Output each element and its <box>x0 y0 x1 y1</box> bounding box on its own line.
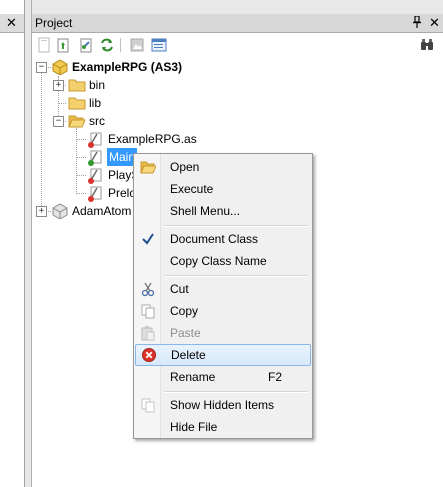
menu-item-open[interactable]: Open <box>136 156 310 178</box>
menu-item-hide-file[interactable]: Hide File <box>136 416 310 438</box>
menu-item-label: Cut <box>170 282 189 296</box>
menu-item-shell-menu[interactable]: Shell Menu... <box>136 200 310 222</box>
menu-separator <box>164 391 308 393</box>
menu-item-execute[interactable]: Execute <box>136 178 310 200</box>
collapse-toggle[interactable]: − <box>53 116 64 127</box>
menu-item-copy[interactable]: Copy <box>136 300 310 322</box>
expand-toggle[interactable]: + <box>53 80 64 91</box>
paste-icon <box>140 325 156 341</box>
menu-item-rename[interactable]: Rename F2 <box>136 366 310 388</box>
panel-title: Project <box>35 16 73 30</box>
refresh-icon[interactable] <box>99 37 115 53</box>
delete-icon <box>141 347 157 363</box>
image-icon[interactable] <box>129 37 145 53</box>
menu-item-label: Hide File <box>170 420 218 434</box>
project-panel-header: Project ✕ <box>32 14 443 33</box>
properties-icon[interactable] <box>151 37 167 53</box>
menu-item-label: Delete <box>171 348 206 362</box>
tree-item-label: bin <box>89 78 106 92</box>
context-menu: Open Execute Shell Menu... Document Clas… <box>133 153 313 439</box>
left-panel: ✕ <box>0 0 25 487</box>
hidden-items-icon <box>140 397 156 413</box>
menu-separator <box>164 225 308 227</box>
menu-item-label: Copy <box>170 304 199 318</box>
menu-item-label: Paste <box>170 326 201 340</box>
tree-item-src[interactable]: − src <box>32 112 232 130</box>
panel-close-icon[interactable]: ✕ <box>429 15 440 31</box>
menu-item-label: Copy Class Name <box>170 254 267 268</box>
menu-item-label: Open <box>170 160 200 174</box>
open-folder-icon <box>140 159 157 175</box>
pin-icon[interactable] <box>412 15 422 31</box>
open-file-icon[interactable] <box>55 37 71 53</box>
new-file-icon[interactable] <box>36 37 52 53</box>
tree-item-label: ExampleRPG (AS3) <box>72 60 183 74</box>
tree-item-label: AdamAtom <box>72 204 132 218</box>
menu-item-show-hidden-items[interactable]: Show Hidden Items <box>136 394 310 416</box>
tree-item-root[interactable]: − ExampleRPG (AS3) <box>32 58 232 76</box>
menu-item-label: Document Class <box>170 232 259 246</box>
menu-item-paste[interactable]: Paste <box>136 322 310 344</box>
tree-item-label: src <box>89 114 105 128</box>
left-panel-close-icon[interactable]: ✕ <box>6 15 17 31</box>
scissors-icon <box>140 281 156 297</box>
tree-item-label: Prelo <box>108 186 137 200</box>
menu-item-document-class[interactable]: Document Class <box>136 228 310 250</box>
menu-item-label: Shell Menu... <box>170 204 241 218</box>
tree-item-label: ExampleRPG.as <box>108 132 197 146</box>
menu-item-delete[interactable]: Delete <box>135 344 311 366</box>
copy-icon <box>140 303 156 319</box>
top-strip <box>0 0 443 15</box>
expand-toggle[interactable]: + <box>36 206 47 217</box>
tree-item-label: lib <box>89 96 102 110</box>
menu-item-label: Show Hidden Items <box>170 398 275 412</box>
library-icon <box>51 203 69 224</box>
menu-separator <box>164 275 308 277</box>
tree-item-file[interactable]: ExampleRPG.as <box>32 130 252 148</box>
menu-item-label: Execute <box>170 182 214 196</box>
panel-splitter[interactable] <box>25 0 32 487</box>
binoculars-icon[interactable] <box>419 37 435 53</box>
build-icon[interactable] <box>78 37 94 53</box>
tree-item-lib[interactable]: lib <box>32 94 232 112</box>
menu-item-copy-class-name[interactable]: Copy Class Name <box>136 250 310 272</box>
collapse-toggle[interactable]: − <box>36 62 47 73</box>
menu-item-cut[interactable]: Cut <box>136 278 310 300</box>
project-toolbar <box>32 33 443 57</box>
tree-item-bin[interactable]: + bin <box>32 76 232 94</box>
checkmark-icon <box>140 231 156 247</box>
menu-item-shortcut: F2 <box>268 370 283 384</box>
menu-item-label: Rename <box>170 370 216 384</box>
